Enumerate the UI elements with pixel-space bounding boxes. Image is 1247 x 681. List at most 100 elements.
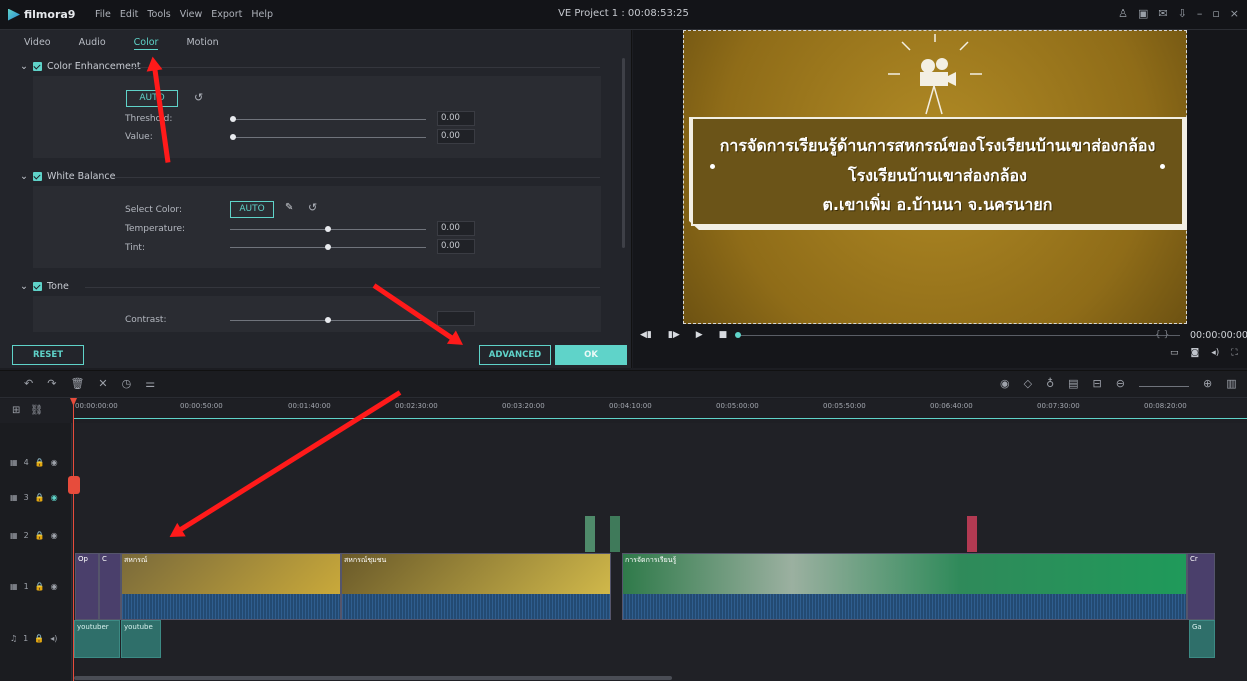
menu-edit[interactable]: Edit — [120, 9, 138, 20]
add-track-icon[interactable]: ⊞ — [12, 405, 20, 416]
split-screen-icon[interactable]: ⊟ — [1093, 377, 1102, 390]
lock-icon[interactable]: 🔒 — [34, 634, 44, 643]
menu-view[interactable]: View — [180, 9, 203, 20]
tint-slider[interactable] — [230, 244, 426, 250]
lock-icon[interactable]: 🔒 — [35, 458, 45, 467]
timeline-area[interactable] — [72, 423, 1247, 681]
playhead-grip[interactable] — [68, 476, 80, 494]
preview-progress-knob[interactable] — [735, 332, 741, 338]
audio-clip[interactable]: youtube — [121, 620, 161, 658]
next-frame-icon[interactable]: ▮▶ — [668, 330, 680, 340]
volume-icon[interactable]: ◂) — [1211, 348, 1219, 358]
overlay-clip[interactable] — [610, 516, 620, 552]
delete-icon[interactable]: 🗑 — [70, 377, 84, 390]
tab-video[interactable]: Video — [24, 34, 51, 54]
marker-icon[interactable]: ◇ — [1024, 377, 1032, 390]
temperature-value[interactable]: 0.00 — [437, 221, 475, 236]
audio-clip[interactable]: youtuber — [74, 620, 120, 658]
tone-checkbox[interactable] — [32, 282, 42, 291]
tab-audio[interactable]: Audio — [79, 34, 106, 54]
marker-braces[interactable]: { } — [1155, 330, 1169, 340]
video-clip[interactable]: การจัดการเรียนรู้ — [622, 553, 1187, 620]
ok-button[interactable]: OK — [555, 345, 627, 365]
link-icon[interactable]: ⛓ — [30, 405, 43, 416]
stop-icon[interactable]: ■ — [719, 330, 728, 340]
menu-tools[interactable]: Tools — [147, 9, 170, 20]
temperature-slider[interactable] — [230, 226, 426, 232]
reset-icon[interactable]: ↺ — [308, 201, 317, 214]
wb-auto-button[interactable]: AUTO — [230, 201, 274, 218]
white-balance-checkbox[interactable] — [32, 172, 42, 181]
menu-file[interactable]: File — [95, 9, 111, 20]
redo-icon[interactable]: ↷ — [47, 377, 56, 390]
timeline-scrollbar[interactable] — [74, 676, 672, 680]
zoom-out-icon[interactable]: ⊖ — [1116, 377, 1125, 390]
mic-icon[interactable]: ♁ — [1046, 377, 1054, 390]
undo-icon[interactable]: ↶ — [24, 377, 33, 390]
eye-icon[interactable]: ◉ — [51, 582, 58, 591]
section-tone[interactable]: ⌄ Tone — [20, 281, 69, 292]
lock-icon[interactable]: 🔒 — [35, 493, 45, 502]
contrast-slider[interactable] — [230, 317, 426, 323]
contrast-value[interactable] — [437, 311, 475, 326]
mail-icon[interactable]: ✉ — [1158, 7, 1167, 20]
minimize-icon[interactable]: – — [1197, 7, 1203, 20]
title-clip[interactable]: C — [99, 553, 121, 620]
snapshot-icon[interactable]: ◙ — [1191, 348, 1200, 358]
overlay-clip[interactable] — [967, 516, 977, 552]
user-icon[interactable]: ♙ — [1118, 7, 1128, 20]
zoom-slider[interactable] — [1138, 386, 1189, 387]
cut-icon[interactable]: ✕ — [98, 377, 107, 390]
display-icon[interactable]: ▭ — [1170, 348, 1179, 358]
video-clip[interactable]: สหกรณ์ชุมชน — [341, 553, 611, 620]
fullscreen-icon[interactable]: ⛶ — [1231, 348, 1237, 358]
reset-icon[interactable]: ↺ — [194, 91, 203, 104]
panel-scrollbar[interactable] — [622, 58, 625, 248]
render-icon[interactable]: ◉ — [1000, 377, 1010, 390]
auto-button[interactable]: AUTO — [126, 90, 178, 107]
prev-frame-icon[interactable]: ◀▮ — [640, 330, 652, 340]
video-clip[interactable]: สหกรณ์ — [121, 553, 341, 620]
save-icon[interactable]: ▣ — [1138, 7, 1148, 20]
threshold-slider[interactable] — [230, 116, 426, 122]
section-white-balance[interactable]: ⌄ White Balance — [20, 171, 116, 182]
advanced-button[interactable]: ADVANCED — [479, 345, 551, 365]
chevron-down-icon[interactable]: ⌄ — [20, 281, 28, 292]
section-color-enhancement[interactable]: ⌄ Color Enhancement — [20, 61, 141, 72]
slider-knob[interactable] — [230, 134, 236, 140]
preview-progress[interactable] — [737, 335, 1180, 336]
threshold-value[interactable]: 0.00 — [437, 111, 475, 126]
eye-icon[interactable]: ◉ — [51, 458, 58, 467]
download-icon[interactable]: ⇩ — [1178, 7, 1187, 20]
play-icon[interactable]: ▶ — [696, 330, 703, 340]
eyedropper-icon[interactable]: ✎ — [285, 202, 293, 213]
slider-knob[interactable] — [325, 226, 331, 232]
lock-icon[interactable]: 🔒 — [35, 531, 45, 540]
color-enhancement-checkbox[interactable] — [32, 62, 42, 71]
playhead[interactable] — [73, 399, 74, 681]
menu-export[interactable]: Export — [211, 9, 242, 20]
tab-motion[interactable]: Motion — [186, 34, 218, 54]
eye-icon[interactable]: ◉ — [51, 531, 58, 540]
tint-value[interactable]: 0.00 — [437, 239, 475, 254]
columns-icon[interactable]: ▥ — [1226, 377, 1236, 390]
overlay-clip[interactable] — [585, 516, 595, 552]
zoom-in-icon[interactable]: ⊕ — [1203, 377, 1212, 390]
slider-knob[interactable] — [325, 317, 331, 323]
eye-icon[interactable]: ◉ — [51, 493, 58, 502]
voiceover-icon[interactable]: ▤ — [1068, 377, 1078, 390]
lock-icon[interactable]: 🔒 — [35, 582, 45, 591]
menu-help[interactable]: Help — [251, 9, 273, 20]
slider-knob[interactable] — [325, 244, 331, 250]
audio-clip[interactable]: Ga — [1189, 620, 1215, 658]
speed-icon[interactable]: ◷ — [122, 377, 132, 390]
speaker-icon[interactable]: ◂) — [50, 634, 57, 643]
reset-button[interactable]: RESET — [12, 345, 84, 365]
chevron-down-icon[interactable]: ⌄ — [20, 171, 28, 182]
tab-color[interactable]: Color — [133, 34, 159, 50]
title-clip[interactable]: Cr — [1187, 553, 1215, 620]
value-value[interactable]: 0.00 — [437, 129, 475, 144]
slider-knob[interactable] — [230, 116, 236, 122]
close-icon[interactable]: × — [1230, 7, 1239, 20]
adjust-icon[interactable]: ⚌ — [145, 377, 155, 390]
